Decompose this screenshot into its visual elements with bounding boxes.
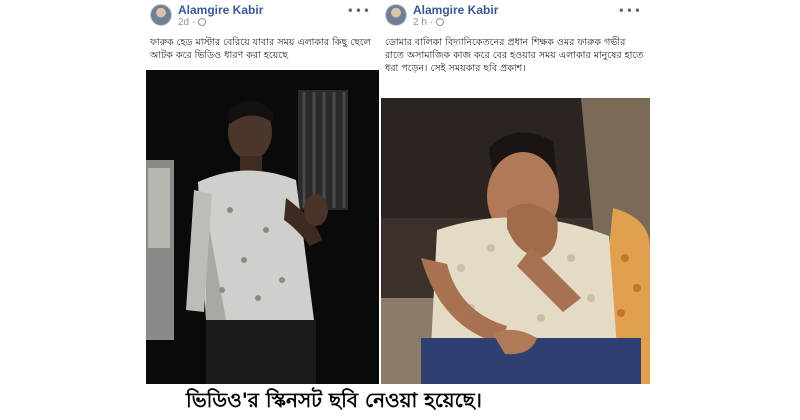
post-header: Alamgire Kabir 2 h · ••• xyxy=(381,0,650,30)
timestamp-text: 2d xyxy=(178,17,190,28)
photo-man-covering-face xyxy=(381,98,650,384)
facebook-post-right: Alamgire Kabir 2 h · ••• ডোমার বালিকা বি… xyxy=(381,0,650,384)
post-header: Alamgire Kabir 2d · ••• xyxy=(146,0,379,30)
facebook-post-left: Alamgire Kabir 2d · ••• ফারুক হেড মাস্টা… xyxy=(146,0,379,384)
author-name[interactable]: Alamgire Kabir xyxy=(178,3,263,17)
post-timestamp[interactable]: 2 h · xyxy=(413,17,445,28)
globe-icon xyxy=(198,18,207,26)
photo-video-still xyxy=(146,70,379,384)
post-photo[interactable] xyxy=(381,98,650,384)
caption-bar: ভিডিও'র স্কিনসট ছবি নেওয়া হয়েছে। xyxy=(146,384,650,420)
avatar[interactable] xyxy=(385,4,407,26)
caption-text: ভিডিও'র স্কিনসট ছবি নেওয়া হয়েছে। xyxy=(186,388,482,412)
timestamp-text: 2 h xyxy=(413,17,427,28)
post-timestamp[interactable]: 2d · xyxy=(178,17,207,28)
post-text: ফারুক হেড মাস্টার বেরিয়ে যাবার সময় এলা… xyxy=(150,37,371,61)
screenshot-collage: Alamgire Kabir 2d · ••• ফারুক হেড মাস্টা… xyxy=(146,0,650,420)
post-text: ডোমার বালিকা বিদ্যানিকেতনের প্রধান শিক্ষ… xyxy=(385,37,644,74)
avatar[interactable] xyxy=(150,4,172,26)
post-photo[interactable] xyxy=(146,70,379,384)
globe-icon xyxy=(436,18,445,26)
more-options-icon[interactable]: ••• xyxy=(347,4,371,18)
author-name[interactable]: Alamgire Kabir xyxy=(413,3,498,17)
more-options-icon[interactable]: ••• xyxy=(618,4,642,18)
